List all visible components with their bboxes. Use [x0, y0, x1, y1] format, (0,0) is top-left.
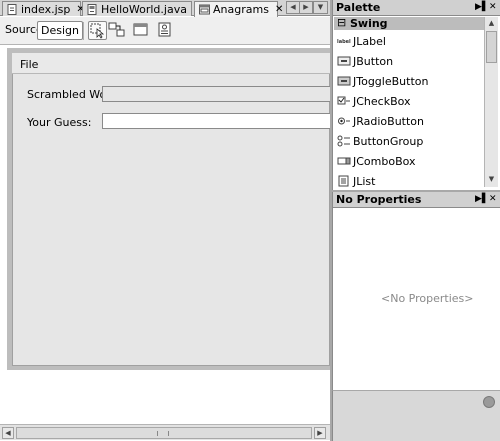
scrambled-word-field[interactable] — [102, 86, 332, 102]
palette-window: Palette ▶▌ ✕ ⊟ Swing label JLabel JButto… — [332, 0, 500, 190]
tab-anagrams[interactable]: Anagrams ✕ — [194, 1, 283, 17]
connection-mode-icon — [108, 22, 125, 37]
tab-index-jsp[interactable]: index.jsp ✕ — [2, 1, 85, 16]
jbutton-icon — [337, 56, 351, 66]
horizontal-scroll-thumb[interactable] — [16, 427, 312, 439]
palette-item-jcombobox[interactable]: JComboBox — [333, 151, 485, 171]
palette-item-buttongroup[interactable]: ButtonGroup — [333, 131, 485, 151]
preview-design-button[interactable] — [132, 21, 151, 40]
tab-list-dropdown-icon[interactable]: ▼ — [313, 1, 328, 14]
palette-item-jbutton[interactable]: JButton — [333, 51, 485, 71]
jlist-icon — [338, 175, 349, 187]
form-menu-bar[interactable]: File — [12, 53, 330, 74]
palette-category-swing[interactable]: ⊟ Swing — [334, 16, 486, 30]
java-file-icon — [87, 3, 97, 15]
collapse-icon: ⊟ — [337, 16, 347, 29]
jradiobutton-icon — [338, 117, 350, 125]
scroll-tabs-left-icon[interactable]: ◀ — [286, 1, 300, 14]
scroll-tabs-right-icon[interactable]: ▶ — [299, 1, 313, 14]
design-view-button[interactable]: Design — [37, 21, 83, 40]
maximize-icon[interactable]: ▶▌ — [475, 2, 489, 12]
palette-item-jlist[interactable]: JList — [333, 171, 485, 191]
jtogglebutton-icon — [337, 76, 351, 86]
tab-helloworld-java[interactable]: HelloWorld.java ✕ — [82, 1, 201, 16]
test-form-icon — [158, 22, 171, 37]
scroll-left-icon[interactable]: ◀ — [2, 427, 14, 439]
palette-header: Palette ▶▌ ✕ — [333, 0, 500, 16]
palette-item-jtogglebutton[interactable]: JToggleButton — [333, 71, 485, 91]
scroll-right-icon[interactable]: ▶ — [314, 427, 326, 439]
properties-description-area — [332, 390, 500, 441]
close-icon[interactable]: ✕ — [489, 2, 497, 12]
tab-label: HelloWorld.java — [101, 2, 187, 16]
your-guess-field[interactable] — [102, 113, 332, 129]
toolbar-separator — [83, 22, 84, 40]
your-guess-label: Your Guess: — [27, 116, 92, 129]
palette-title: Palette — [336, 1, 381, 14]
jcheckbox-icon — [337, 96, 350, 105]
tab-label: Anagrams — [213, 3, 269, 16]
form-editor-toolbar: Source Design — [0, 17, 330, 45]
help-icon[interactable] — [483, 396, 495, 408]
scroll-down-icon[interactable]: ▼ — [486, 174, 497, 185]
palette-item-jradiobutton[interactable]: JRadioButton — [333, 111, 485, 131]
file-menu[interactable]: File — [20, 58, 38, 71]
svg-text:label: label — [337, 39, 351, 45]
scroll-up-icon[interactable]: ▲ — [486, 18, 497, 29]
properties-header: No Properties ▶▌ ✕ — [333, 192, 500, 208]
jsp-file-icon — [7, 3, 17, 15]
editor-tab-strip: index.jsp ✕ HelloWorld.java ✕ Anagrams ✕… — [0, 0, 330, 17]
category-label: Swing — [350, 17, 388, 30]
palette-item-jcheckbox[interactable]: JCheckBox — [333, 91, 485, 111]
horizontal-scrollbar[interactable]: ◀ ▶ — [0, 424, 330, 440]
preview-design-icon — [133, 23, 148, 36]
palette-vertical-scrollbar[interactable]: ▲ ▼ — [484, 17, 498, 187]
close-icon[interactable]: ✕ — [489, 194, 497, 204]
jcombobox-icon — [337, 157, 351, 165]
buttongroup-icon — [337, 135, 350, 147]
properties-title: No Properties — [336, 193, 422, 206]
palette-item-jlabel[interactable]: label JLabel — [333, 31, 485, 51]
maximize-icon[interactable]: ▶▌ — [475, 194, 489, 204]
palette-scroll-thumb[interactable] — [486, 31, 497, 63]
selection-mode-button[interactable] — [88, 21, 107, 40]
test-form-button[interactable] — [156, 21, 175, 40]
connection-mode-button[interactable] — [108, 21, 127, 40]
selection-mode-icon — [90, 23, 105, 39]
tab-label: index.jsp — [21, 2, 71, 16]
jlabel-icon: label — [337, 39, 351, 45]
close-icon[interactable]: ✕ — [275, 4, 283, 15]
form-file-icon — [199, 4, 210, 15]
no-properties-placeholder: <No Properties> — [381, 292, 474, 305]
